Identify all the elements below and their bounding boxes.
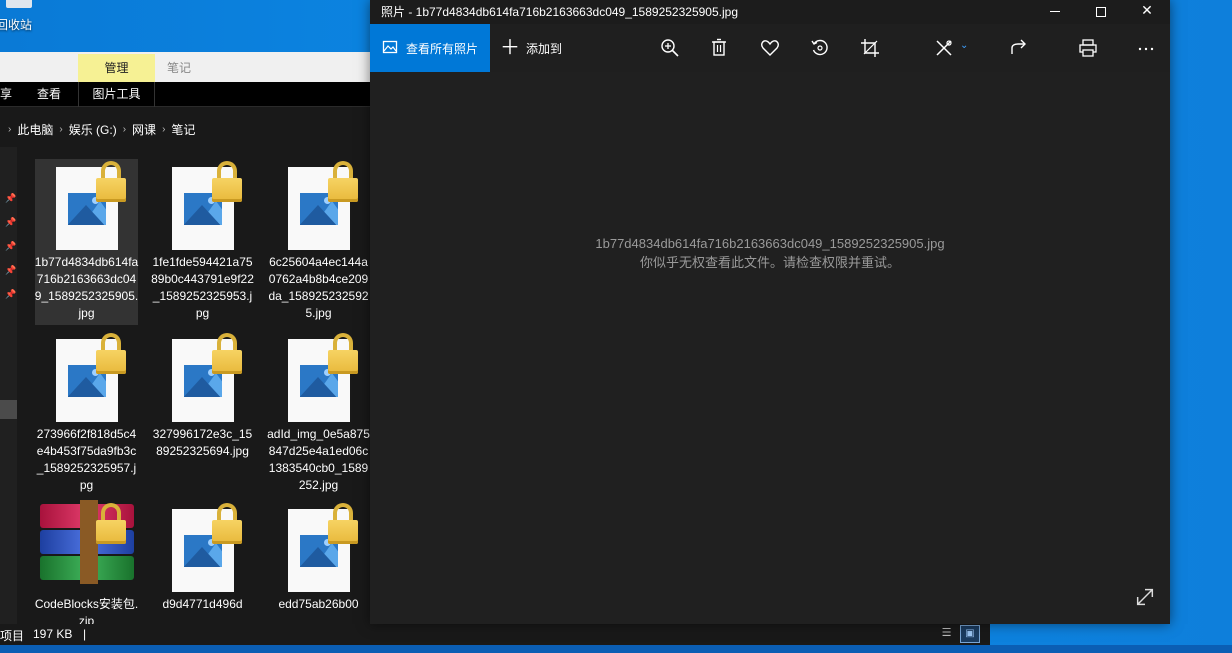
pin-icon: 📌 (5, 265, 17, 275)
ribbon-tabs: 享 查看 图片工具 (0, 82, 370, 107)
tab-notes[interactable]: 笔记 (155, 54, 203, 82)
delete-icon[interactable] (707, 36, 731, 60)
pin-icon: 📌 (5, 241, 17, 251)
details-view-icon[interactable]: ☰ (938, 625, 955, 642)
lock-icon (210, 333, 244, 375)
photos-app-window: 照片 - 1b77d4834db614fa716b2163663dc049_15… (370, 0, 1170, 624)
status-cursor: | (83, 627, 87, 641)
status-size: 197 KB (33, 627, 73, 641)
pin-icon: 📌 (5, 289, 17, 299)
file-item[interactable]: adId_img_0e5a875847d25e4a1ed06c1383540cb… (266, 330, 370, 496)
file-item[interactable]: 6c25604a4ec144a0762a4b8b4ce209da_1589252… (266, 158, 370, 324)
file-item[interactable]: 327996172e3c_1589252325694.jpg (150, 330, 255, 496)
file-explorer-window: 管理 笔记 享 查看 图片工具 › 此电脑 › 娱乐 (G:) › 网课 › 笔… (0, 52, 370, 645)
file-name: 273966f2f818d5c4e4b453f75da9fb3c_1589252… (36, 427, 137, 492)
print-icon[interactable] (1076, 36, 1100, 60)
breadcrumb-notes[interactable]: 笔记 (171, 121, 195, 138)
lock-icon (326, 333, 360, 375)
ribbon-context-row: 管理 笔记 (0, 52, 370, 82)
chevron-right-icon: › (59, 123, 63, 135)
maximize-icon (1096, 7, 1106, 17)
breadcrumb-courses[interactable]: 网课 (132, 121, 156, 138)
favorite-heart-icon[interactable] (758, 36, 782, 60)
nav-selected-item[interactable] (0, 400, 17, 419)
permission-error-message: 1b77d4834db614fa716b2163663dc049_1589252… (370, 234, 1170, 272)
minimize-icon (1050, 11, 1060, 12)
toolbar: 查看所有照片 ＋ 添加到 ⌄ (370, 24, 1170, 72)
minimize-button[interactable] (1032, 0, 1078, 24)
file-name: 1fe1fde594421a7589b0c443791e9f22_1589252… (151, 255, 254, 320)
recycle-bin-icon (6, 0, 32, 8)
file-name: adId_img_0e5a875847d25e4a1ed06c1383540cb… (267, 427, 370, 492)
fullscreen-expand-icon[interactable] (1134, 586, 1158, 610)
lock-icon (94, 333, 128, 375)
taskbar (0, 645, 1232, 653)
file-name: 327996172e3c_1589252325694.jpg (152, 427, 253, 458)
share-icon[interactable] (1007, 36, 1031, 60)
pin-icon: 📌 (5, 217, 17, 227)
breadcrumb-drive[interactable]: 娱乐 (G:) (69, 121, 117, 138)
error-filename: 1b77d4834db614fa716b2163663dc049_1589252… (595, 236, 945, 251)
lock-icon (210, 503, 244, 545)
lock-icon (94, 503, 128, 545)
chevron-right-icon: › (8, 123, 12, 135)
image-viewer (370, 72, 1170, 624)
plus-icon: ＋ (500, 37, 520, 59)
rotate-icon[interactable] (808, 36, 832, 60)
tab-manage[interactable]: 管理 (78, 54, 155, 82)
error-text: 你似乎无权查看此文件。请检查权限并重试。 (639, 255, 900, 270)
lock-icon (326, 161, 360, 203)
close-icon: ✕ (1141, 2, 1153, 18)
edit-draw-icon[interactable] (932, 36, 956, 60)
photos-icon (382, 39, 398, 58)
see-all-photos-label: 查看所有照片 (406, 41, 479, 56)
window-title: 照片 - 1b77d4834db614fa716b2163663dc049_15… (381, 5, 738, 19)
zoom-in-icon[interactable] (658, 36, 682, 60)
large-icons-view-icon[interactable]: ▣ (960, 625, 980, 643)
recycle-bin-label: 回收站 (0, 18, 33, 32)
add-to-button[interactable]: ＋ 添加到 (500, 24, 562, 72)
chevron-down-icon[interactable]: ⌄ (960, 40, 968, 51)
close-button[interactable]: ✕ (1124, 0, 1170, 24)
tab-share[interactable]: 享 (0, 82, 12, 107)
navigation-pane[interactable]: 📌 📌 📌 📌 📌 (0, 147, 17, 645)
maximize-button[interactable] (1078, 0, 1124, 24)
lock-icon (326, 503, 360, 545)
status-bar: 项目 197 KB | ☰ ▣ (0, 624, 990, 645)
crop-icon[interactable] (858, 36, 882, 60)
file-name: 1b77d4834db614fa716b2163663dc049_1589252… (34, 255, 139, 320)
tab-view[interactable]: 查看 (37, 82, 61, 107)
chevron-right-icon: › (162, 123, 166, 135)
file-name: 6c25604a4ec144a0762a4b8b4ce209da_1589252… (268, 255, 369, 320)
lock-icon (94, 161, 128, 203)
file-item[interactable]: 1b77d4834db614fa716b2163663dc049_1589252… (34, 158, 139, 325)
recycle-bin[interactable]: 回收站 (0, 0, 40, 40)
file-item[interactable]: 273966f2f818d5c4e4b453f75da9fb3c_1589252… (34, 330, 139, 496)
title-bar: 照片 - 1b77d4834db614fa716b2163663dc049_15… (370, 0, 1170, 24)
breadcrumb-this-pc[interactable]: 此电脑 (17, 121, 53, 138)
tab-picture-tools[interactable]: 图片工具 (78, 82, 155, 107)
see-all-photos-button[interactable]: 查看所有照片 (370, 24, 490, 72)
status-item-count: 项目 (0, 629, 25, 643)
chevron-right-icon: › (122, 123, 127, 135)
file-item[interactable]: 1fe1fde594421a7589b0c443791e9f22_1589252… (150, 158, 255, 324)
lock-icon (210, 161, 244, 203)
add-to-label: 添加到 (526, 41, 563, 56)
pin-icon: 📌 (5, 193, 17, 203)
breadcrumb[interactable]: › 此电脑 › 娱乐 (G:) › 网课 › 笔记 (0, 115, 370, 143)
more-options-icon[interactable] (1134, 36, 1158, 60)
